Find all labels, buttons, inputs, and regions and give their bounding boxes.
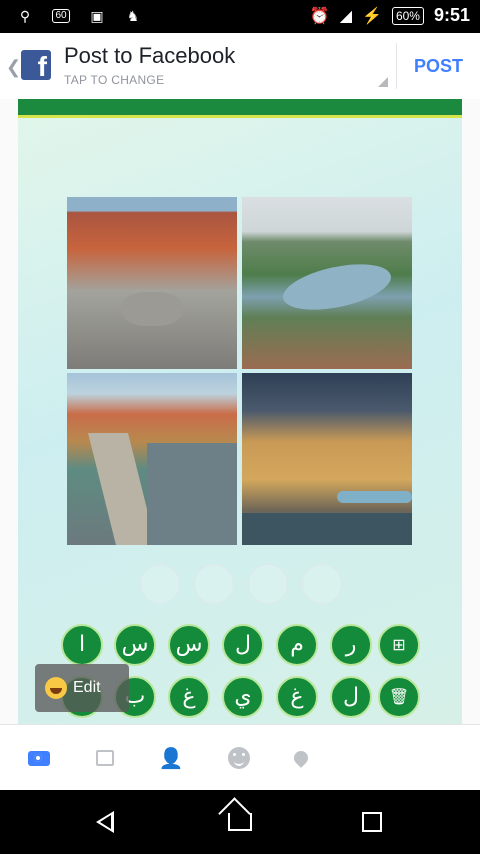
post-button[interactable]: POST	[414, 56, 463, 77]
status-right-icons: ⏰ ◢ ⚡ 60% 9:51	[310, 5, 470, 26]
letter-key: ي	[222, 676, 264, 718]
facebook-logo-icon: f	[21, 50, 51, 82]
letter-key: م	[276, 624, 318, 666]
photo-river-aerial	[242, 197, 412, 369]
letter-key: ل	[330, 676, 372, 718]
photo-old-town-square	[67, 197, 237, 369]
signal-icon: ◢	[339, 7, 353, 25]
battery-level: 60%	[391, 6, 424, 25]
letter-key: ر	[330, 624, 372, 666]
charging-icon: ⚡	[362, 7, 382, 25]
game-header-stripe	[18, 115, 462, 118]
game-screenshot-card: ا س س ل م ر ⊞ ب غ ي غ ل 🗑	[18, 99, 462, 724]
camera-icon[interactable]	[26, 747, 52, 769]
nav-recents-icon[interactable]	[362, 812, 382, 832]
trash-icon: 🗑	[378, 676, 420, 718]
emoji-icon[interactable]	[226, 747, 252, 769]
status-left-icons: ⚲ 60 ▣ ♞	[14, 6, 144, 26]
game-header-bar	[18, 99, 462, 115]
letter-key: س	[114, 624, 156, 666]
dropdown-corner-icon	[378, 77, 388, 87]
alarm-icon: ⏰	[309, 7, 330, 25]
answer-slot	[194, 564, 234, 604]
letter-key: غ	[276, 676, 318, 718]
location-icon[interactable]	[288, 747, 314, 769]
smiley-icon	[45, 677, 67, 699]
photo-riverside-buildings	[242, 373, 412, 545]
tap-to-change-label[interactable]: TAP TO CHANGE	[64, 73, 164, 87]
answer-slot	[248, 564, 288, 604]
letter-key: س	[168, 624, 210, 666]
clock: 9:51	[433, 5, 470, 25]
answer-slots	[140, 564, 342, 604]
letter-key: غ	[168, 676, 210, 718]
image-icon: ▣	[90, 7, 104, 24]
post-target-title[interactable]: Post to Facebook	[64, 43, 235, 69]
photo-charles-bridge	[67, 373, 237, 545]
android-icon: ♞	[126, 7, 140, 24]
header-divider	[396, 43, 397, 89]
nav-home-icon[interactable]	[228, 813, 252, 831]
edit-attachment-button[interactable]: Edit	[35, 664, 129, 712]
letter-key: ا	[61, 624, 103, 666]
answer-slot	[140, 564, 180, 604]
usb-icon: ⚲	[19, 7, 31, 24]
hint-sign-icon: ⊞	[378, 624, 420, 666]
back-chevron-icon[interactable]: ❮	[6, 57, 21, 78]
answer-slot	[302, 564, 342, 604]
nav-back-icon[interactable]	[96, 811, 114, 833]
edit-label: Edit	[73, 679, 101, 696]
post-attachment-area: ا س س ل م ر ⊞ ب غ ي غ ل 🗑	[0, 99, 480, 724]
notification-box-icon: 60	[50, 6, 72, 26]
composer-toolbar: 👤	[0, 724, 480, 791]
status-bar: ⚲ 60 ▣ ♞ ⏰ ◢ ⚡ 60% 9:51	[0, 0, 480, 33]
letter-key: ل	[222, 624, 264, 666]
post-header: ❮ f Post to Facebook TAP TO CHANGE POST	[0, 33, 480, 100]
photo-icon[interactable]	[92, 747, 118, 769]
notification-box-label: 60	[52, 9, 70, 23]
system-nav-bar	[0, 790, 480, 854]
tag-people-icon[interactable]: 👤	[158, 747, 184, 770]
